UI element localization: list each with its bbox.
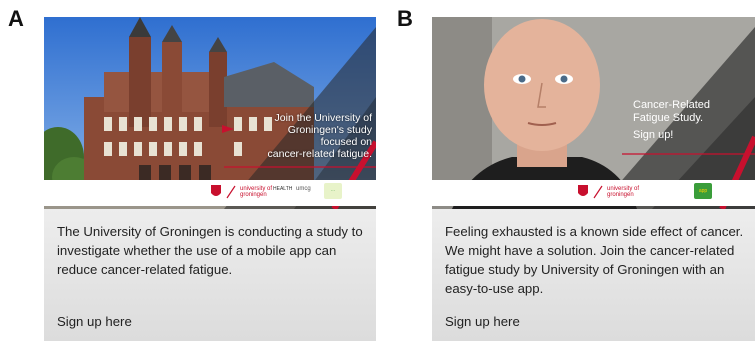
overlay-line: Join the University of: [274, 112, 372, 124]
overlay-invite-text: Join the University of Groningen's study…: [254, 112, 372, 160]
crest-icon: [211, 185, 221, 196]
partner-badge-logo: ∙∙∙: [324, 183, 342, 199]
ad-card-a[interactable]: Join the University of Groningen's study…: [44, 17, 376, 341]
university-name-line2: groningen: [240, 192, 267, 198]
ad-card-b[interactable]: Cancer-Related Fatigue Study. Sign up! u…: [432, 17, 755, 341]
overlay-line: Groningen's study: [287, 124, 372, 136]
logo-strip: university of groningen HEALTH umcg ∙∙∙: [44, 180, 376, 206]
ad-body-text: Feeling exhausted is a known side effect…: [445, 224, 744, 296]
sign-up-link[interactable]: Sign up here: [445, 314, 520, 329]
health-logo: HEALTH: [273, 186, 293, 192]
ad-body-text: The University of Groningen is conductin…: [57, 224, 363, 277]
overlay-line: focused on: [320, 136, 372, 148]
logo-strip: university of groningen app: [432, 180, 755, 206]
overlay-title: Cancer-Related Fatigue Study.: [633, 99, 743, 125]
umcg-logo: umcg: [296, 186, 311, 192]
overlay-title-line: Cancer-Related: [633, 99, 711, 111]
slash-icon: [226, 185, 236, 199]
overlay-sign-up-button[interactable]: Sign up!: [633, 129, 673, 141]
university-logo: university of groningen: [210, 184, 272, 200]
slash-icon: [593, 185, 603, 199]
app-badge-logo: app: [694, 183, 712, 199]
university-name-line2: groningen: [607, 192, 634, 198]
overlay-line: cancer-related fatigue.: [267, 148, 372, 160]
panel-letter-a: A: [8, 6, 24, 31]
crest-icon: [578, 185, 588, 196]
sign-up-link[interactable]: Sign up here: [57, 314, 132, 329]
overlay-title-line: Fatigue Study.: [633, 112, 704, 124]
university-logo: university of groningen: [577, 184, 639, 200]
panel-letter-b: B: [397, 6, 413, 31]
